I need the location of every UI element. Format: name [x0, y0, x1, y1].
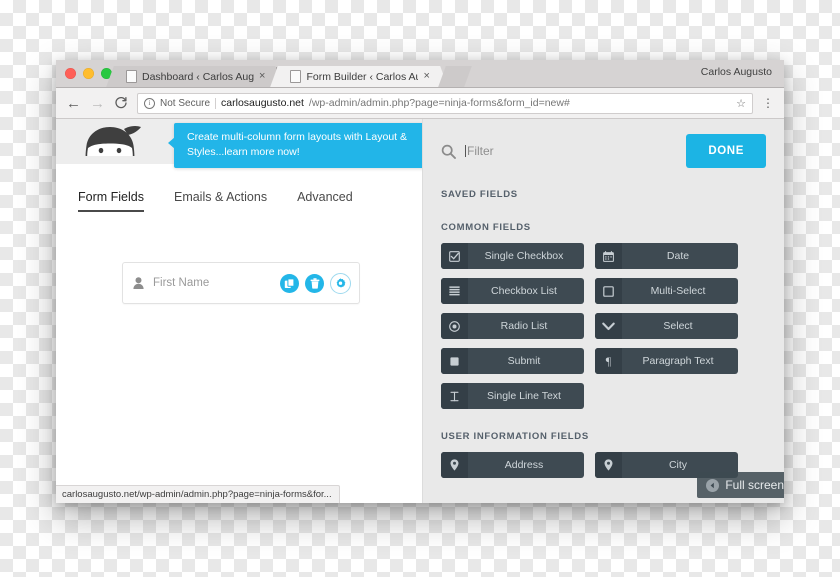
window-controls [65, 68, 112, 79]
tab-emails-actions[interactable]: Emails & Actions [174, 190, 267, 212]
filled-square-icon [441, 348, 468, 374]
page-content: Create multi-column form layouts with La… [56, 119, 784, 503]
page-icon [126, 70, 137, 83]
svg-text:¶: ¶ [606, 355, 612, 367]
chrome-profile-label[interactable]: Carlos Augusto [701, 66, 772, 78]
reload-icon[interactable] [114, 96, 128, 110]
browser-tab-strip: Dashboard ‹ Carlos Augusto — × Form Buil… [56, 60, 784, 88]
map-pin-icon [595, 452, 622, 478]
form-field-label: First Name [153, 277, 210, 289]
field-button-single-line-text[interactable]: Single Line Text [441, 383, 584, 409]
map-pin-icon [441, 452, 468, 478]
field-button-select[interactable]: Select [595, 313, 738, 339]
field-settings-button[interactable] [330, 272, 351, 294]
field-button-label: Single Line Text [487, 390, 561, 402]
tab-title: Form Builder ‹ Carlos Augusto [306, 70, 418, 83]
tab-form-fields[interactable]: Form Fields [78, 190, 144, 212]
field-button-label: Address [504, 459, 544, 471]
url-path: /wp-admin/admin.php?page=ninja-forms&for… [308, 97, 570, 109]
full-screen-label: Full screen [725, 478, 784, 492]
close-tab-icon[interactable]: × [423, 71, 429, 82]
tab-list: Dashboard ‹ Carlos Augusto — × Form Buil… [106, 60, 472, 87]
browser-tab-form-builder[interactable]: Form Builder ‹ Carlos Augusto × [270, 66, 448, 87]
forward-icon: → [90, 94, 105, 112]
kebab-menu-icon[interactable]: ⋮ [762, 97, 774, 109]
radio-icon [441, 313, 468, 339]
star-icon[interactable]: ☆ [736, 97, 746, 110]
field-button-paragraph-text[interactable]: ¶ Paragraph Text [595, 348, 738, 374]
url-host: carlosaugusto.net [221, 97, 304, 109]
person-icon [133, 277, 144, 289]
new-tab-button[interactable] [438, 66, 472, 87]
browser-tab-dashboard[interactable]: Dashboard ‹ Carlos Augusto — × [106, 66, 284, 87]
builder-header: Create multi-column form layouts with La… [56, 119, 442, 168]
square-outline-icon [595, 278, 622, 304]
filter-row: Filter DONE [441, 119, 766, 183]
ninja-forms-logo [85, 125, 141, 156]
list-icon [441, 278, 468, 304]
reload-glyph [115, 96, 127, 109]
page-icon [290, 70, 302, 83]
field-button-label: City [668, 459, 688, 471]
status-bar: carlosaugusto.net/wp-admin/admin.php?pag… [56, 485, 340, 503]
section-heading-user-information-fields: USER INFORMATION FIELDS [441, 431, 589, 442]
info-icon[interactable]: i [144, 97, 155, 109]
field-button-label: Checkbox List [491, 285, 557, 297]
close-window-button[interactable] [65, 68, 76, 79]
browser-window: Dashboard ‹ Carlos Augusto — × Form Buil… [56, 60, 784, 503]
form-field-actions [280, 272, 351, 294]
promo-notice[interactable]: Create multi-column form layouts with La… [168, 123, 442, 168]
field-button-multi-select[interactable]: Multi-Select [595, 278, 738, 304]
chevron-down-icon [595, 313, 622, 339]
filter-placeholder: Filter [467, 144, 494, 158]
omnibox-divider [215, 97, 217, 109]
section-heading-saved-fields: SAVED FIELDS [441, 189, 518, 200]
close-tab-icon[interactable]: × [259, 71, 265, 82]
pilcrow-icon: ¶ [595, 348, 622, 374]
calendar-icon [595, 243, 622, 269]
field-button-checkbox-list[interactable]: Checkbox List [441, 278, 584, 304]
search-icon[interactable] [441, 144, 456, 159]
form-field-row-first-name[interactable]: First Name [122, 262, 360, 304]
filter-input[interactable]: Filter [465, 142, 494, 160]
tab-advanced[interactable]: Advanced [297, 190, 353, 212]
delete-field-button[interactable] [305, 273, 324, 293]
section-heading-common-fields: COMMON FIELDS [441, 222, 531, 233]
field-button-address[interactable]: Address [441, 452, 584, 478]
back-circle-icon [706, 478, 720, 492]
security-label: Not Secure [160, 97, 211, 109]
minimize-window-button[interactable] [83, 68, 94, 79]
gear-icon [336, 277, 346, 288]
field-button-label: Submit [507, 355, 541, 367]
field-button-label: Multi-Select [650, 285, 706, 297]
common-fields-grid: Single Checkbox Date Checkbox List Multi… [441, 243, 766, 409]
field-button-label: Single Checkbox [484, 250, 564, 262]
duplicate-field-button[interactable] [280, 273, 299, 293]
field-button-single-checkbox[interactable]: Single Checkbox [441, 243, 584, 269]
form-field-list: First Name [56, 212, 422, 304]
field-button-radio-list[interactable]: Radio List [441, 313, 584, 339]
field-button-label: Date [666, 250, 690, 262]
browser-toolbar: ← → i Not Secure carlosaugusto.net/wp-ad… [56, 88, 784, 119]
full-screen-overlay[interactable]: Full screen [697, 472, 784, 498]
field-button-date[interactable]: Date [595, 243, 738, 269]
form-builder-pane: Create multi-column form layouts with La… [56, 119, 442, 503]
text-caret [465, 145, 466, 157]
field-palette-pane: Filter DONE SAVED FIELDS COMMON FIELDS S… [422, 119, 784, 503]
text-cursor-icon [441, 383, 468, 409]
address-bar[interactable]: i Not Secure carlosaugusto.net/wp-admin/… [137, 92, 753, 114]
field-button-label: Select [663, 320, 693, 332]
checkbox-checked-icon [441, 243, 468, 269]
done-button[interactable]: DONE [686, 134, 766, 168]
trash-icon [310, 277, 319, 289]
promo-notice-text: Create multi-column form layouts with La… [187, 131, 408, 158]
tab-title: Dashboard ‹ Carlos Augusto — [142, 70, 254, 83]
field-button-label: Paragraph Text [642, 355, 714, 367]
copy-icon [284, 277, 295, 288]
field-button-submit[interactable]: Submit [441, 348, 584, 374]
promo-notice-arrow [168, 137, 175, 149]
back-icon[interactable]: ← [66, 96, 81, 111]
field-button-label: Radio List [500, 320, 548, 332]
